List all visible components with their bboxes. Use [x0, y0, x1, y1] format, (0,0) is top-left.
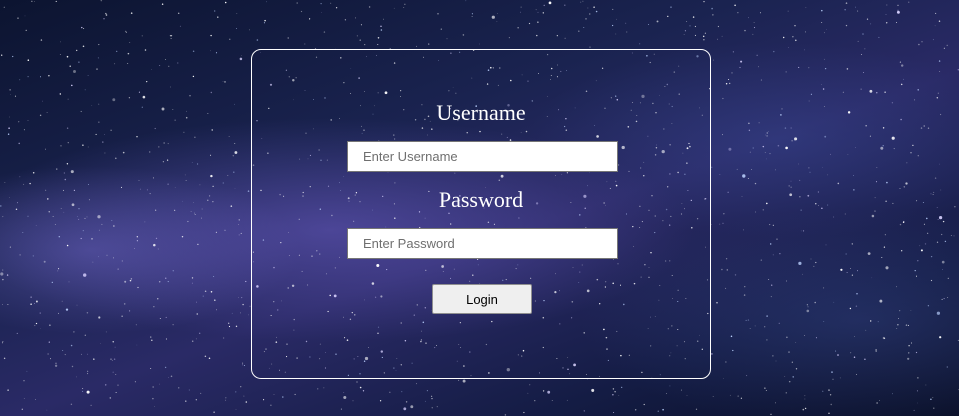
- username-label: Username: [436, 100, 526, 125]
- username-input[interactable]: [347, 141, 618, 172]
- password-input[interactable]: [347, 228, 618, 259]
- login-button[interactable]: Login: [432, 284, 532, 314]
- login-panel: Username Password Login: [251, 49, 711, 379]
- password-label: Password: [438, 187, 524, 212]
